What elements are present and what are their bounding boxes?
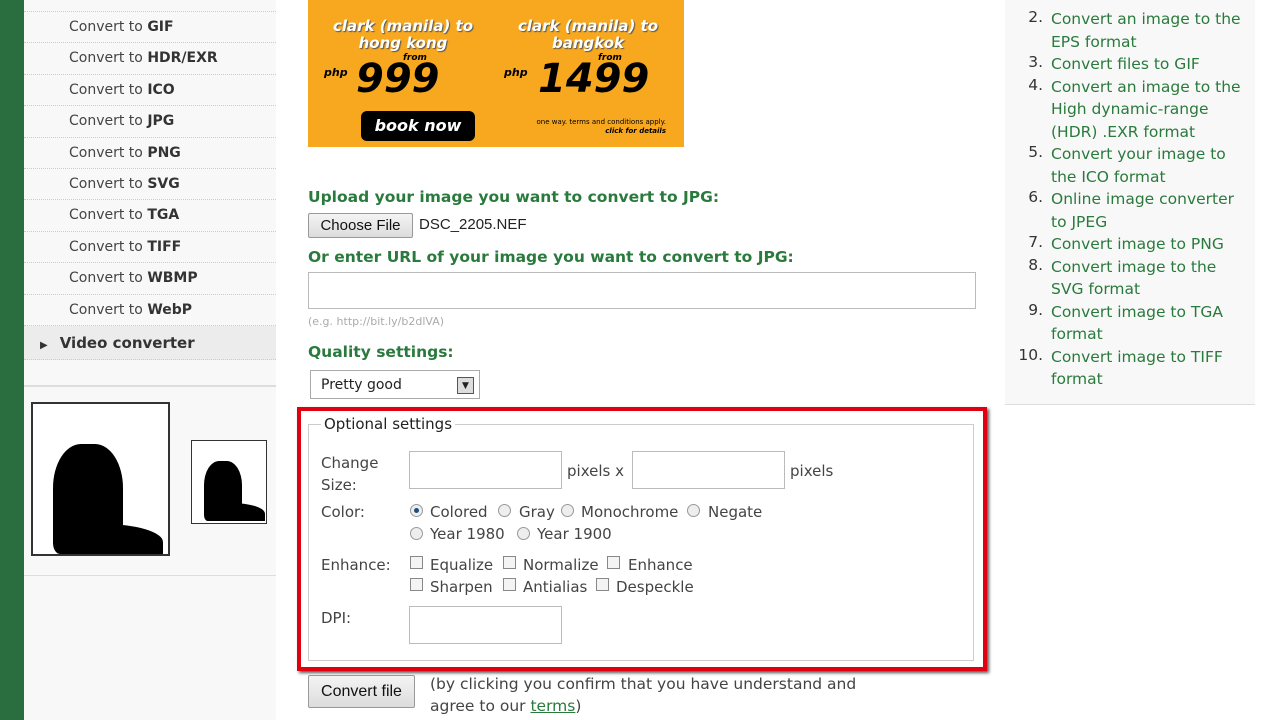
url-label: Or enter URL of your image you want to c… xyxy=(308,248,794,266)
item-prefix: Convert to xyxy=(69,19,148,35)
terms-link[interactable]: terms xyxy=(530,697,575,715)
ad-route-1: clark (manila) to hong kong xyxy=(333,17,473,52)
item-prefix: Convert to xyxy=(69,207,148,224)
related-link[interactable]: Convert files to GIF xyxy=(1051,53,1251,76)
choose-file-button[interactable]: Choose File xyxy=(308,213,413,238)
related-link[interactable]: Convert an image to the High dynamic-ran… xyxy=(1051,76,1251,144)
list-number: 8. xyxy=(1028,255,1043,274)
thumbnail-small[interactable] xyxy=(191,440,267,524)
list-number: 5. xyxy=(1028,143,1043,161)
related-link[interactable]: Convert image to PNG xyxy=(1051,233,1251,256)
item-format: ICO xyxy=(147,81,175,98)
ad-currency: php xyxy=(504,66,528,79)
item-format: HDR/EXR xyxy=(147,50,218,67)
item-format: TIFF xyxy=(147,238,182,255)
advertisement-banner[interactable]: clark (manila) to hong kong clark (manil… xyxy=(308,0,684,147)
divider xyxy=(24,385,276,387)
video-converter-label: Video converter xyxy=(59,333,195,352)
quality-label: Quality settings: xyxy=(308,343,454,361)
item-format: GIF xyxy=(147,19,174,35)
thumbnail-large[interactable] xyxy=(31,402,170,556)
quality-value: Pretty good xyxy=(321,377,402,393)
related-link[interactable]: Convert an image to the EPS format xyxy=(1051,8,1251,53)
item-prefix: Convert to xyxy=(69,50,148,67)
file-name: DSC_2205.NEF xyxy=(419,216,527,233)
convert-file-button[interactable]: Convert file xyxy=(308,675,415,708)
list-number: 6. xyxy=(1028,188,1043,206)
sidebar-item-webp[interactable]: Convert to WebP xyxy=(24,295,276,326)
item-format: SVG xyxy=(147,175,180,192)
item-format: WebP xyxy=(147,301,193,318)
item-format: PNG xyxy=(147,144,181,161)
item-prefix: Convert to xyxy=(69,144,148,161)
sidebar-item-video-converter[interactable]: ▶ Video converter xyxy=(24,325,276,360)
list-number: 10. xyxy=(1018,345,1043,364)
related-links-list: 2. Convert an image to the EPS format 3. Co… xyxy=(1005,0,1255,405)
list-number: 7. xyxy=(1028,233,1043,251)
url-input[interactable] xyxy=(308,272,976,309)
highlight-annotation-box xyxy=(297,407,987,671)
ad-terms: one way. terms and conditions apply. clic… xyxy=(536,118,666,135)
ad-currency: php xyxy=(324,66,348,79)
related-link[interactable]: Convert image to TGA format xyxy=(1051,301,1251,346)
book-now-button[interactable]: book now xyxy=(361,111,475,141)
item-prefix: Convert to xyxy=(69,238,148,255)
related-link[interactable]: Online image converter to JPEG xyxy=(1051,188,1251,233)
sidebar-item-hdr-exr[interactable]: Convert to HDR/EXR xyxy=(24,43,276,75)
related-link[interactable]: Convert image to TIFF format xyxy=(1051,346,1251,391)
item-prefix: Convert to xyxy=(69,175,148,192)
item-prefix: Convert to xyxy=(69,270,148,287)
quality-select[interactable]: Pretty good ▼ xyxy=(310,370,480,399)
sidebar-item-ico[interactable]: Convert to ICO xyxy=(24,75,276,107)
item-prefix: Convert to xyxy=(69,113,148,130)
sidebar-item-tga[interactable]: Convert to TGA xyxy=(24,200,276,232)
divider xyxy=(24,575,276,576)
ad-price-1: 999 xyxy=(356,56,440,102)
url-hint: (e.g. http://bit.ly/b2dlVA) xyxy=(308,315,445,328)
left-green-bar xyxy=(0,0,24,720)
chevron-down-icon: ▼ xyxy=(457,377,474,394)
sidebar-item-wbmp[interactable]: Convert to WBMP xyxy=(24,263,276,295)
sidebar-item-png[interactable]: Convert to PNG xyxy=(24,138,276,169)
sidebar-item-tiff[interactable]: Convert to TIFF xyxy=(24,232,276,264)
related-link[interactable]: Convert image to the SVG format xyxy=(1051,256,1251,301)
upload-label: Upload your image you want to convert to… xyxy=(308,188,720,206)
sidebar-item-svg[interactable]: Convert to SVG xyxy=(24,169,276,201)
sidebar-item-jpg[interactable]: Convert to JPG xyxy=(24,106,276,138)
item-prefix: Convert to xyxy=(69,81,148,98)
list-number: 3. xyxy=(1028,53,1043,71)
list-number: 4. xyxy=(1028,75,1043,94)
sidebar: Convert to GIF Convert to HDR/EXR Convert … xyxy=(24,0,276,720)
sidebar-item-gif[interactable]: Convert to GIF xyxy=(24,12,276,44)
item-format: JPG xyxy=(147,113,175,130)
confirm-text: (by clicking you confirm that you have u… xyxy=(430,675,857,715)
item-format: WBMP xyxy=(147,270,198,287)
triangle-right-icon: ▶ xyxy=(40,339,48,351)
item-format: TGA xyxy=(147,207,180,224)
list-number: 9. xyxy=(1028,300,1043,319)
item-prefix: Convert to xyxy=(69,301,148,318)
list-number: 2. xyxy=(1028,8,1043,26)
ad-price-2: 1499 xyxy=(538,56,650,102)
related-link[interactable]: Convert your image to the ICO format xyxy=(1051,143,1251,188)
ad-route-2: clark (manila) to bangkok xyxy=(518,17,658,52)
